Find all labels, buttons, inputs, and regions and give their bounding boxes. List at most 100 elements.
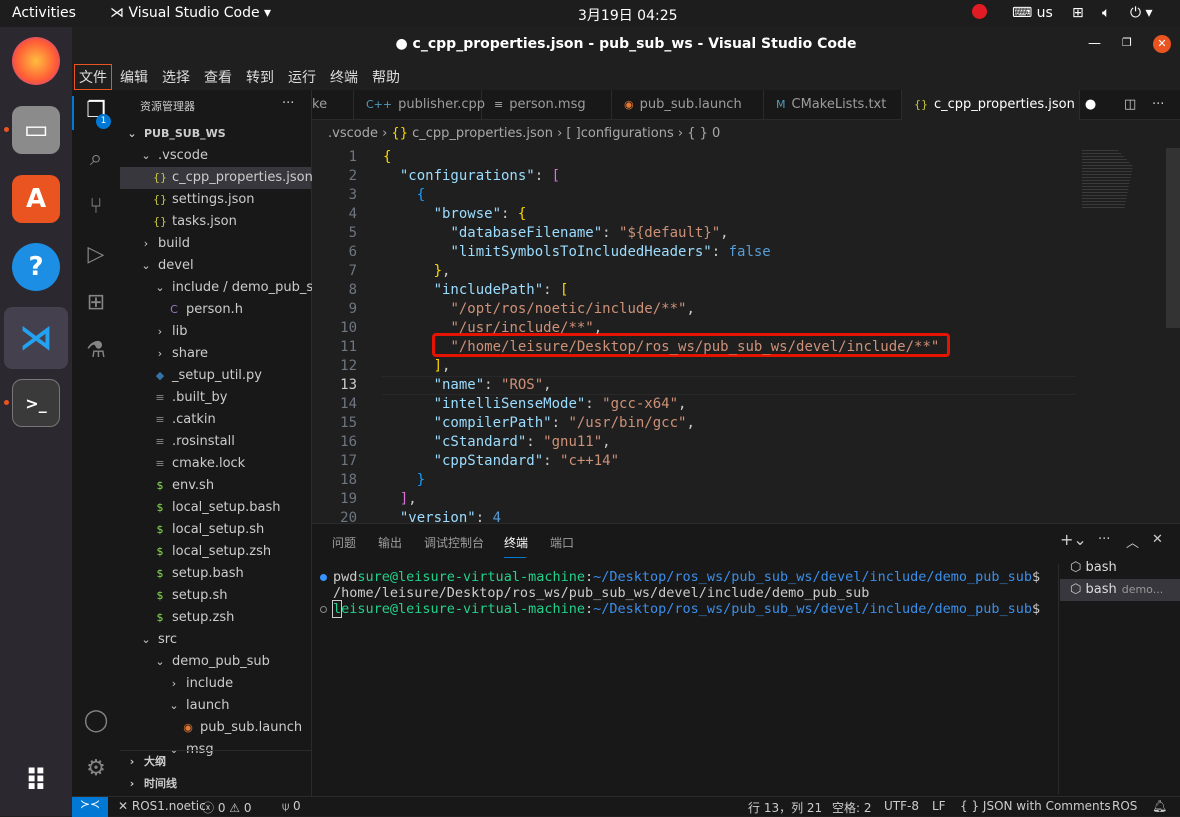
run-debug-icon[interactable]: ▷ <box>82 242 110 270</box>
menu-help[interactable]: 帮助 <box>372 67 400 87</box>
breadcrumb-folder[interactable]: .vscode <box>328 126 378 141</box>
tree-item[interactable]: {} settings.json <box>120 189 311 211</box>
minimize-button[interactable]: — <box>1088 36 1101 51</box>
outline-section[interactable]: › 大纲 <box>120 750 311 772</box>
search-icon[interactable]: ⌕ <box>82 146 110 174</box>
editor-more-icon[interactable]: ··· <box>1152 97 1164 112</box>
keyboard-layout[interactable]: ⌨ us <box>1012 5 1053 21</box>
tree-item[interactable]: ◆ _setup_util.py <box>120 365 311 387</box>
app-menu[interactable]: ⋊ Visual Studio Code ▾ <box>110 5 271 21</box>
menu-terminal[interactable]: 终端 <box>330 67 358 87</box>
breadcrumb-file[interactable]: c_cpp_properties.json <box>412 126 553 141</box>
software-icon[interactable]: A <box>12 175 60 223</box>
tree-item[interactable]: › build <box>120 233 311 255</box>
source-control-icon[interactable]: ⑂ <box>82 194 110 222</box>
editor-scrollbar[interactable] <box>1166 148 1180 328</box>
vscode-dock-icon[interactable]: ⋊ <box>4 307 68 369</box>
encoding[interactable]: UTF-8 <box>884 799 919 813</box>
tree-item[interactable]: $ local_setup.sh <box>120 519 311 541</box>
help-icon[interactable]: ? <box>12 243 60 291</box>
tree-item[interactable]: › lib <box>120 321 311 343</box>
workspace-root[interactable]: ⌄ PUB_SUB_WS <box>120 123 311 145</box>
end-of-line[interactable]: LF <box>932 799 946 813</box>
files-icon[interactable]: ▭ <box>12 106 60 154</box>
tree-item[interactable]: $ local_setup.bash <box>120 497 311 519</box>
unsaved-dot-icon[interactable]: ● <box>1085 97 1096 112</box>
panel-tab[interactable]: 输出 <box>378 534 402 551</box>
tree-item[interactable]: › include <box>120 673 311 695</box>
testing-icon[interactable]: ⚗ <box>82 338 110 366</box>
tree-item[interactable]: ≡ .catkin <box>120 409 311 431</box>
firefox-icon[interactable] <box>12 37 60 85</box>
new-terminal-button[interactable]: +⌄ <box>1060 530 1087 549</box>
activities-button[interactable]: Activities <box>12 5 76 21</box>
menu-view[interactable]: 查看 <box>204 67 232 87</box>
tab-cmakelists-txt[interactable]: M CMakeLists.txt <box>764 90 902 120</box>
panel-more-icon[interactable]: ··· <box>1098 532 1110 547</box>
breadcrumb-configurations[interactable]: configurations <box>581 126 674 141</box>
tree-item[interactable]: ⌄ devel <box>120 255 311 277</box>
terminal-session[interactable]: ⬡ bash <box>1060 557 1180 579</box>
tree-item[interactable]: {} c_cpp_properties.json <box>120 167 313 189</box>
tree-item[interactable]: $ local_setup.zsh <box>120 541 311 563</box>
volume-icon[interactable]: 🔈︎ <box>1102 5 1110 21</box>
close-panel-icon[interactable]: ✕ <box>1152 532 1163 547</box>
maximize-panel-icon[interactable]: ︿ <box>1126 532 1139 551</box>
account-icon[interactable]: ◯ <box>82 708 110 736</box>
tree-item[interactable]: ⌄ src <box>120 629 311 651</box>
indentation[interactable]: 空格: 2 <box>832 799 872 816</box>
timeline-section[interactable]: › 时间线 <box>120 773 311 795</box>
ros-remote[interactable]: ✕ ROS1.noetic <box>118 799 206 813</box>
tree-item[interactable]: $ setup.bash <box>120 563 311 585</box>
menu-run[interactable]: 运行 <box>288 67 316 87</box>
menu-edit[interactable]: 编辑 <box>120 67 148 87</box>
panel-tab[interactable]: 调试控制台 <box>424 534 484 551</box>
settings-gear-icon[interactable]: ⚙ <box>82 756 110 784</box>
clock[interactable]: 3月19日 04:25 <box>578 5 678 25</box>
terminal-session[interactable]: ⬡ bash demo... <box>1060 579 1180 601</box>
do-not-disturb-icon[interactable] <box>972 4 987 19</box>
breadcrumb-index[interactable]: 0 <box>712 126 720 141</box>
ros-status[interactable]: ROS <box>1112 799 1137 813</box>
language-mode[interactable]: { } JSON with Comments <box>960 799 1111 813</box>
tree-item[interactable]: ≡ cmake.lock <box>120 453 311 475</box>
remote-indicator[interactable]: ≻≺ <box>72 797 108 817</box>
tab-ke[interactable]: ke <box>312 90 354 120</box>
tree-item[interactable]: › share <box>120 343 311 365</box>
tree-item[interactable]: ⌄ .vscode <box>120 145 311 167</box>
tree-item[interactable]: ⌄ include / demo_pub_sub <box>120 277 329 299</box>
menu-selection[interactable]: 选择 <box>162 67 190 87</box>
tab-pub-sub-launch[interactable]: ◉ pub_sub.launch <box>612 90 764 120</box>
panel-tab[interactable]: 终端 <box>504 534 528 551</box>
tree-item[interactable]: ≡ .rosinstall <box>120 431 311 453</box>
restore-button[interactable]: ❐ <box>1122 36 1132 49</box>
minimap[interactable] <box>1082 148 1133 208</box>
tab-person-msg[interactable]: ≡ person.msg <box>482 90 612 120</box>
tree-item[interactable]: ◉ pub_sub.launch <box>120 717 311 739</box>
terminal[interactable]: pwdsure@leisure-virtual-machine:~/Deskto… <box>312 569 1052 789</box>
extensions-icon[interactable]: ⊞ <box>82 290 110 318</box>
panel-tab[interactable]: 端口 <box>550 534 574 551</box>
tree-item[interactable]: ⌄ launch <box>120 695 311 717</box>
terminal-icon[interactable]: >_ <box>12 379 60 427</box>
tree-item[interactable]: ≡ .built_by <box>120 387 311 409</box>
code-editor[interactable]: 1 {2 "configurations": [3 {4 "browse": {5… <box>312 148 1180 523</box>
cursor-position[interactable]: 行 13，列 21 <box>748 799 822 816</box>
menu-go[interactable]: 转到 <box>246 67 274 87</box>
power-icon[interactable]: ⏻ ▾ <box>1130 5 1153 21</box>
tree-item[interactable]: Cperson.h <box>120 299 311 321</box>
menu-file[interactable]: 文件 <box>74 64 112 90</box>
tab-publisher-cpp[interactable]: C++ publisher.cpp <box>354 90 485 120</box>
panel-tab[interactable]: 问题 <box>332 534 356 551</box>
tree-item[interactable]: {} tasks.json <box>120 211 311 233</box>
tab-c-cpp-properties-json[interactable]: {} c_cpp_properties.json ● <box>902 90 1096 120</box>
notifications-icon[interactable]: 🔔︎ <box>1152 799 1167 813</box>
tree-item[interactable]: $ setup.zsh <box>120 607 311 629</box>
tree-item[interactable]: $ setup.sh <box>120 585 311 607</box>
more-actions-icon[interactable]: ··· <box>282 96 294 111</box>
show-apps-icon[interactable]: ⠿ <box>12 757 60 805</box>
split-editor-icon[interactable]: ◫ <box>1124 97 1136 112</box>
problems-count[interactable]: ⓧ 0 ⚠ 0 <box>202 799 252 816</box>
tree-item[interactable]: $ env.sh <box>120 475 311 497</box>
network-icon[interactable]: ⊞ <box>1072 5 1084 21</box>
